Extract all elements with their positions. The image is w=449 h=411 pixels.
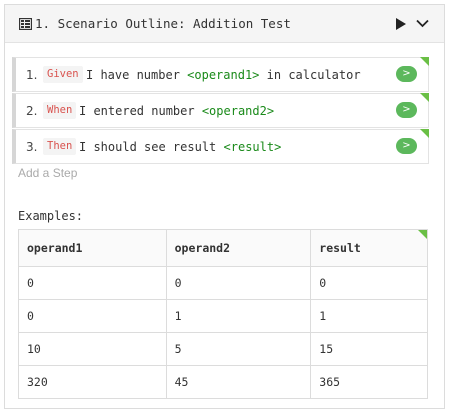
step-keyword: Given (43, 66, 83, 83)
play-icon[interactable] (395, 18, 406, 30)
step-param: <operand1> (187, 68, 260, 82)
run-step-button[interactable]: > (396, 138, 417, 154)
status-corner (420, 57, 429, 66)
table-cell[interactable]: 320 (18, 365, 167, 399)
scenario-header[interactable]: 1. Scenario Outline: Addition Test (5, 5, 444, 43)
step-number: 2. (26, 104, 38, 118)
column-header[interactable]: result (310, 229, 428, 267)
scenario-title: 1. Scenario Outline: Addition Test (35, 16, 291, 31)
step-number: 3. (26, 140, 38, 154)
status-corner (420, 93, 429, 102)
step-given[interactable]: 1. Given I have number <operand1> in cal… (12, 57, 429, 92)
step-text: I should see result <result> (79, 140, 282, 154)
table-row: 0 1 1 (18, 299, 428, 333)
step-param: <operand2> (201, 104, 275, 118)
step-then[interactable]: 3. Then I should see result <result> > (12, 129, 429, 164)
step-keyword: Then (43, 138, 77, 155)
step-text: I have number <operand1> in calculator (86, 68, 361, 82)
step-keyword: When (43, 102, 77, 119)
table-row: 320 45 365 (18, 365, 428, 399)
status-corner (420, 129, 429, 138)
column-header[interactable]: operand1 (18, 229, 167, 267)
examples-label: Examples: (18, 209, 84, 223)
table-cell[interactable]: 1 (310, 299, 428, 333)
examples-table: operand1 operand2 result 0 0 0 0 1 1 10 … (18, 229, 428, 399)
chevron-down-icon[interactable] (416, 19, 429, 28)
table-cell[interactable]: 10 (18, 332, 167, 366)
run-step-button[interactable]: > (396, 102, 417, 118)
table-cell[interactable]: 45 (165, 365, 312, 399)
add-step-input[interactable]: Add a Step (18, 166, 77, 180)
table-row: 0 0 0 (18, 266, 428, 300)
table-cell[interactable]: 15 (310, 332, 428, 366)
table-cell[interactable]: 5 (165, 332, 312, 366)
step-number: 1. (26, 68, 38, 82)
run-step-button[interactable]: > (396, 66, 417, 82)
table-row: 10 5 15 (18, 332, 428, 366)
table-header-row: operand1 operand2 result (18, 229, 428, 267)
table-cell[interactable]: 0 (18, 266, 167, 300)
step-text: I entered number <operand2> (79, 104, 275, 118)
step-param: <result> (223, 140, 282, 154)
table-cell[interactable]: 0 (18, 299, 167, 333)
table-cell[interactable]: 365 (310, 365, 428, 399)
table-cell[interactable]: 1 (165, 299, 312, 333)
table-cell[interactable]: 0 (165, 266, 312, 300)
status-corner (418, 230, 427, 239)
scenario-outline-icon (19, 18, 32, 30)
step-when[interactable]: 2. When I entered number <operand2> > (12, 93, 429, 128)
table-cell[interactable]: 0 (310, 266, 428, 300)
column-header[interactable]: operand2 (165, 229, 312, 267)
